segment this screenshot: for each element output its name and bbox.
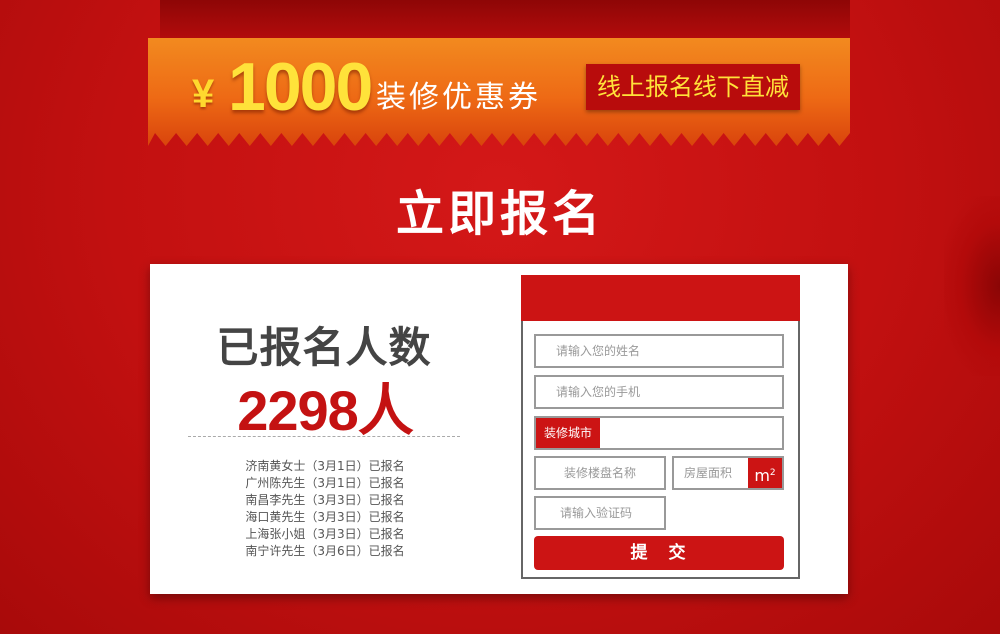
city-label: 装修城市 bbox=[536, 418, 600, 448]
signup-item: 济南黄女士（3月1日）已报名 bbox=[245, 459, 405, 473]
signup-count-value: 2298人 bbox=[237, 379, 414, 442]
signup-item: 上海张小姐（3月3日）已报名 bbox=[245, 527, 405, 541]
page-title: 立即报名 bbox=[395, 186, 604, 242]
signup-item: 海口黄先生（3月3日）已报名 bbox=[245, 510, 405, 524]
top-tab bbox=[160, 0, 850, 40]
divider bbox=[188, 436, 460, 437]
name-input[interactable]: 请输入您的姓名 bbox=[534, 334, 784, 368]
signup-item: 南宁许先生（3月6日）已报名 bbox=[245, 544, 405, 558]
signup-list: 济南黄女士（3月1日）已报名 广州陈先生（3月1日）已报名 南昌李先生（3月3日… bbox=[190, 458, 460, 560]
coupon-text: 装修优惠券 bbox=[376, 80, 541, 115]
area-unit-sup: 2 bbox=[769, 468, 776, 478]
phone-input[interactable]: 请输入您的手机 bbox=[534, 375, 784, 409]
verification-code-input[interactable]: 请输入验证码 bbox=[534, 496, 666, 530]
area-placeholder: 房屋面积 bbox=[684, 466, 733, 480]
area-input[interactable]: 房屋面积 m2 bbox=[672, 456, 784, 490]
side-decoration bbox=[944, 196, 1000, 376]
signup-item: 广州陈先生（3月1日）已报名 bbox=[245, 476, 405, 490]
currency-symbol: ¥ bbox=[192, 72, 215, 116]
form-header bbox=[521, 275, 800, 321]
signup-item: 南昌李先生（3月3日）已报名 bbox=[245, 493, 405, 507]
submit-button[interactable]: 提 交 bbox=[534, 536, 784, 570]
coupon-slogan: 线上报名线下直减 bbox=[586, 64, 800, 110]
area-unit: m2 bbox=[748, 458, 782, 488]
estate-input[interactable]: 装修楼盘名称 bbox=[534, 456, 666, 490]
coupon-amount: 1000 bbox=[228, 49, 373, 125]
area-unit-text: m bbox=[754, 466, 770, 485]
city-input[interactable]: 装修城市 bbox=[534, 416, 784, 450]
